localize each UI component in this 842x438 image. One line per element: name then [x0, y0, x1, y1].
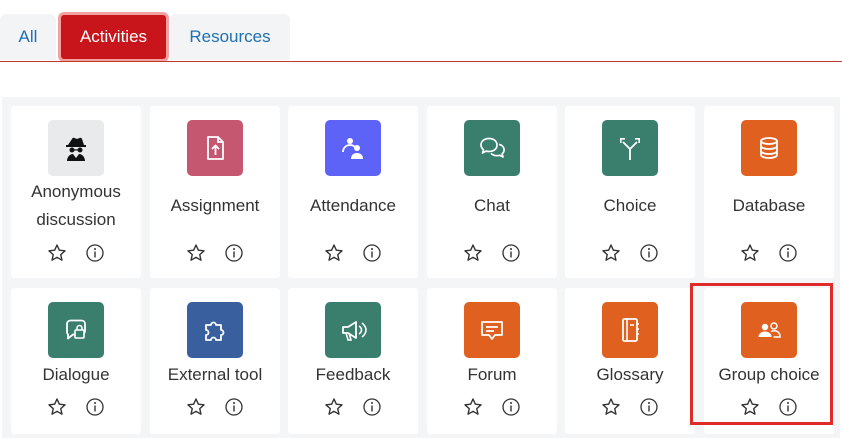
star-icon[interactable]	[463, 243, 483, 263]
puzzle-icon	[187, 302, 243, 358]
activity-chooser-tabs: All Activities Resources	[0, 12, 842, 62]
info-icon[interactable]	[501, 243, 521, 263]
star-icon[interactable]	[740, 243, 760, 263]
tab-resources[interactable]: Resources	[170, 14, 290, 60]
tab-all[interactable]: All	[0, 14, 56, 60]
star-icon[interactable]	[186, 397, 206, 417]
star-icon[interactable]	[47, 397, 67, 417]
info-icon[interactable]	[639, 243, 659, 263]
star-icon[interactable]	[324, 243, 344, 263]
activity-label: Glossary	[596, 365, 664, 384]
info-icon[interactable]	[224, 397, 244, 417]
info-icon[interactable]	[85, 397, 105, 417]
info-icon[interactable]	[85, 243, 105, 263]
info-icon[interactable]	[639, 397, 659, 417]
tabs-divider	[0, 61, 842, 62]
activity-label: Anonymous discussion	[31, 182, 121, 229]
activity-label: Assignment	[170, 196, 260, 215]
activity-label: Forum	[467, 365, 517, 384]
star-icon[interactable]	[463, 397, 483, 417]
star-icon[interactable]	[186, 243, 206, 263]
highlight-box	[690, 283, 833, 425]
activity-card-dialogue[interactable]: Dialogue	[11, 288, 141, 434]
activity-card-attendance[interactable]: Attendance	[288, 106, 418, 278]
activity-label: Dialogue	[42, 365, 110, 384]
people-icon	[325, 120, 381, 176]
activity-label: Chat	[474, 196, 510, 215]
activity-card-glossary[interactable]: Glossary	[565, 288, 695, 434]
split-arrow-icon	[602, 120, 658, 176]
activity-label: Feedback	[315, 365, 391, 384]
star-icon[interactable]	[47, 243, 67, 263]
activity-card-assignment[interactable]: Assignment	[150, 106, 280, 278]
activity-card-external-tool[interactable]: External tool	[150, 288, 280, 434]
activity-card-chat[interactable]: Chat	[427, 106, 557, 278]
info-icon[interactable]	[778, 243, 798, 263]
activity-card-forum[interactable]: Forum	[427, 288, 557, 434]
activity-label: Attendance	[309, 196, 396, 215]
tab-activities[interactable]: Activities	[58, 12, 169, 62]
activity-card-anonymous-discussion[interactable]: Anonymous discussion	[11, 106, 141, 278]
dialogue-lock-icon	[48, 302, 104, 358]
activity-card-database[interactable]: Database	[704, 106, 834, 278]
info-icon[interactable]	[224, 243, 244, 263]
chat-bubbles-icon	[464, 120, 520, 176]
forum-icon	[464, 302, 520, 358]
activity-label: External tool	[167, 365, 263, 384]
star-icon[interactable]	[601, 397, 621, 417]
info-icon[interactable]	[362, 243, 382, 263]
info-icon[interactable]	[501, 397, 521, 417]
activity-card-choice[interactable]: Choice	[565, 106, 695, 278]
activity-label: Choice	[603, 196, 657, 215]
activity-label: Database	[732, 196, 806, 215]
spy-icon	[48, 120, 104, 176]
star-icon[interactable]	[324, 397, 344, 417]
activity-card-feedback[interactable]: Feedback	[288, 288, 418, 434]
upload-file-icon	[187, 120, 243, 176]
database-icon	[741, 120, 797, 176]
megaphone-icon	[325, 302, 381, 358]
book-icon	[602, 302, 658, 358]
info-icon[interactable]	[362, 397, 382, 417]
star-icon[interactable]	[601, 243, 621, 263]
